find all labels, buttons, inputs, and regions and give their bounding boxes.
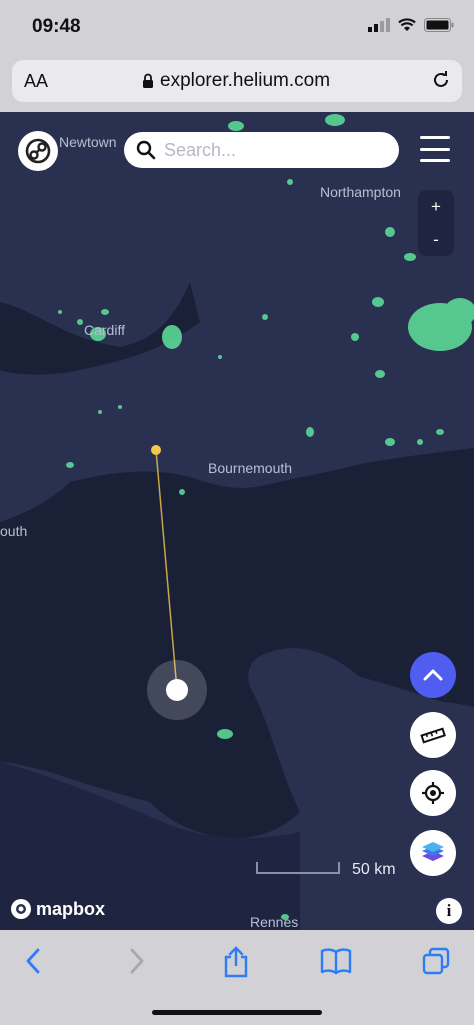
browser-toolbar bbox=[0, 930, 474, 1025]
hamburger-menu-icon[interactable] bbox=[420, 136, 450, 162]
expand-panel-button[interactable] bbox=[410, 652, 456, 698]
search-icon bbox=[136, 140, 156, 160]
chevron-right-icon[interactable] bbox=[124, 946, 148, 976]
text-size-button[interactable]: AA bbox=[24, 71, 48, 92]
map-label-northampton: Northampton bbox=[320, 184, 401, 200]
helium-logo-icon bbox=[25, 138, 51, 164]
zoom-out-button[interactable]: - bbox=[433, 230, 439, 250]
mapbox-attribution[interactable]: mapbox bbox=[10, 898, 105, 920]
url-bar[interactable]: AA explorer.helium.com bbox=[12, 60, 462, 102]
locate-me-button[interactable] bbox=[410, 770, 456, 816]
mapbox-logo-icon bbox=[11, 899, 31, 919]
mapbox-text: mapbox bbox=[36, 898, 106, 919]
map-label-newtown: Newtown bbox=[59, 134, 117, 150]
ruler-icon bbox=[420, 727, 446, 744]
map-label-rennes: Rennes bbox=[250, 914, 299, 930]
signal-icon bbox=[368, 18, 390, 32]
map-label-bournemouth: Bournemouth bbox=[208, 460, 293, 476]
share-icon[interactable] bbox=[222, 946, 250, 978]
chevron-left-icon[interactable] bbox=[22, 946, 46, 976]
map-label-cardiff: Cardiff bbox=[84, 322, 125, 338]
reload-icon[interactable] bbox=[430, 69, 452, 91]
zoom-in-button[interactable]: + bbox=[431, 197, 441, 217]
search-input[interactable] bbox=[164, 139, 384, 161]
zoom-controls: + - bbox=[418, 190, 454, 256]
home-indicator bbox=[152, 1010, 322, 1015]
wifi-icon bbox=[398, 18, 416, 31]
url-text: explorer.helium.com bbox=[160, 70, 331, 91]
book-icon[interactable] bbox=[320, 946, 352, 976]
layers-icon bbox=[422, 842, 444, 861]
tabs-icon[interactable] bbox=[422, 946, 450, 976]
map-scale-label: 50 km bbox=[352, 861, 396, 878]
map-base bbox=[0, 114, 474, 930]
layers-button[interactable] bbox=[410, 830, 456, 876]
lock-icon bbox=[143, 73, 153, 88]
url-field[interactable]: explorer.helium.com bbox=[142, 70, 330, 92]
search-bar[interactable] bbox=[124, 132, 399, 168]
info-button[interactable]: i bbox=[436, 898, 462, 924]
helium-logo-button[interactable] bbox=[18, 131, 58, 171]
chevron-up-icon bbox=[423, 669, 443, 681]
status-time: 09:48 bbox=[32, 16, 81, 37]
status-bar: 09:48 bbox=[0, 0, 474, 56]
measure-button[interactable] bbox=[410, 712, 456, 758]
map-scale-bar bbox=[256, 862, 340, 874]
crosshair-icon bbox=[422, 782, 444, 804]
map-label-plymouth: outh bbox=[0, 523, 28, 539]
status-icons bbox=[368, 18, 454, 32]
battery-icon bbox=[424, 18, 454, 32]
map-view[interactable]: Newtown Northampton Cardiff Bournemouth … bbox=[0, 112, 474, 930]
